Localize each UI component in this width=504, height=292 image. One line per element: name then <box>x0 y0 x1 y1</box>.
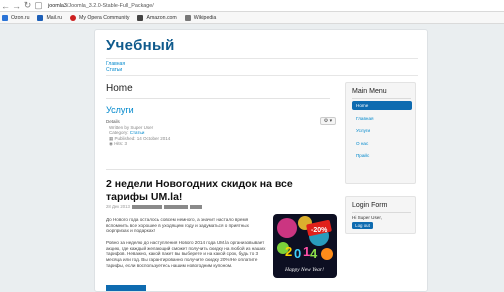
new-year-illustration: -20% 2 0 1 4 Happy New Year! <box>273 214 337 278</box>
bookmark-amazon[interactable]: Amazon.com <box>137 14 177 21</box>
mail-favicon-icon <box>37 14 44 21</box>
module-divider <box>352 212 411 213</box>
menu-item-services[interactable]: Услуги <box>352 126 412 135</box>
page-icon: ▢ <box>34 0 43 10</box>
module-divider <box>352 98 411 99</box>
gear-icon: ⚙ <box>323 118 329 124</box>
main-menu-module: Main Menu Home Главная Услуги О нас Прай… <box>345 82 416 184</box>
bookmarks-bar: Ozon.ru Mail.ru My Opera Community Amazo… <box>0 12 504 24</box>
main-menu-list: Home Главная Услуги О нас Прайс <box>352 101 412 164</box>
meta-tag-bar <box>163 204 188 209</box>
logout-button[interactable]: Log out <box>352 222 373 229</box>
menu-item-home[interactable]: Home <box>352 101 412 110</box>
svg-text:0: 0 <box>294 246 301 261</box>
svg-text:4: 4 <box>310 246 318 261</box>
news-headline[interactable]: 2 недели Новогодних скидок на все тарифы… <box>106 178 330 203</box>
svg-text:Happy New Year!: Happy New Year! <box>284 267 324 273</box>
meta-tag-bar <box>189 204 202 209</box>
article-details: Details Written by Super User Category: … <box>106 119 170 147</box>
bookmark-wikipedia[interactable]: Wikipedia <box>184 14 216 21</box>
nav-divider <box>106 75 418 76</box>
article-tools-button[interactable]: ⚙ ▾ <box>320 117 336 125</box>
ozon-favicon-icon <box>2 14 8 21</box>
title-divider <box>106 98 330 99</box>
menu-item-about[interactable]: О нас <box>352 139 412 148</box>
url-host: joomla3 <box>48 2 67 9</box>
site-title[interactable]: Учебный <box>106 37 175 54</box>
hits-line: ◉ Hits: 3 <box>109 141 127 147</box>
wikipedia-favicon-icon <box>184 14 191 21</box>
menu-item-main[interactable]: Главная <box>352 114 412 123</box>
forward-button[interactable]: → <box>11 0 22 11</box>
meta-tag-bar <box>131 204 162 209</box>
page-title: Home <box>106 83 133 94</box>
greeting-text: Hi Super User, <box>352 215 382 220</box>
news-meta: 28 Дек 2013 <box>106 204 202 209</box>
content-divider <box>106 169 330 170</box>
address-bar: ← → ↻ ▢ joomla3/Joomla_3.2.0-Stable-Full… <box>0 0 504 12</box>
bookmark-opera[interactable]: My Opera Community <box>70 14 129 21</box>
menu-item-price[interactable]: Прайс <box>352 151 412 160</box>
read-more-button[interactable] <box>106 285 146 291</box>
news-paragraph: До Нового года осталось совсем немного, … <box>106 217 249 234</box>
breadcrumb: Главная Статьи <box>106 61 125 73</box>
category-link[interactable]: Статьи <box>130 130 145 135</box>
header-divider <box>106 58 418 59</box>
url-path: /Joomla_3.2.0-Stable-Full_Package/ <box>66 2 154 9</box>
bookmark-mail[interactable]: Mail.ru <box>37 14 62 21</box>
opera-favicon-icon <box>70 14 77 21</box>
main-menu-title: Main Menu <box>352 88 387 95</box>
news-date: 28 Дек 2013 <box>106 204 130 209</box>
amazon-favicon-icon <box>137 14 144 21</box>
login-form-title: Login Form <box>352 202 388 209</box>
bookmark-ozon[interactable]: Ozon.ru <box>2 14 29 21</box>
site-body: Учебный Главная Статьи Home Услуги Detai… <box>94 29 428 292</box>
news-paragraph: Ровно за неделю до наступления Нового 20… <box>106 240 266 268</box>
svg-text:-20%: -20% <box>311 227 328 234</box>
back-button[interactable]: ← <box>0 0 11 11</box>
svg-text:2: 2 <box>285 244 292 259</box>
login-form-module: Login Form Hi Super User, Log out <box>345 196 416 234</box>
caret-down-icon: ▾ <box>329 118 333 124</box>
reload-button[interactable]: ↻ <box>22 0 33 11</box>
nav-link-articles[interactable]: Статьи <box>106 67 125 73</box>
article-title-link[interactable]: Услуги <box>106 105 134 115</box>
url-field[interactable]: joomla3/Joomla_3.2.0-Stable-Full_Package… <box>48 3 154 9</box>
new-year-image: -20% 2 0 1 4 Happy New Year! <box>273 214 337 278</box>
